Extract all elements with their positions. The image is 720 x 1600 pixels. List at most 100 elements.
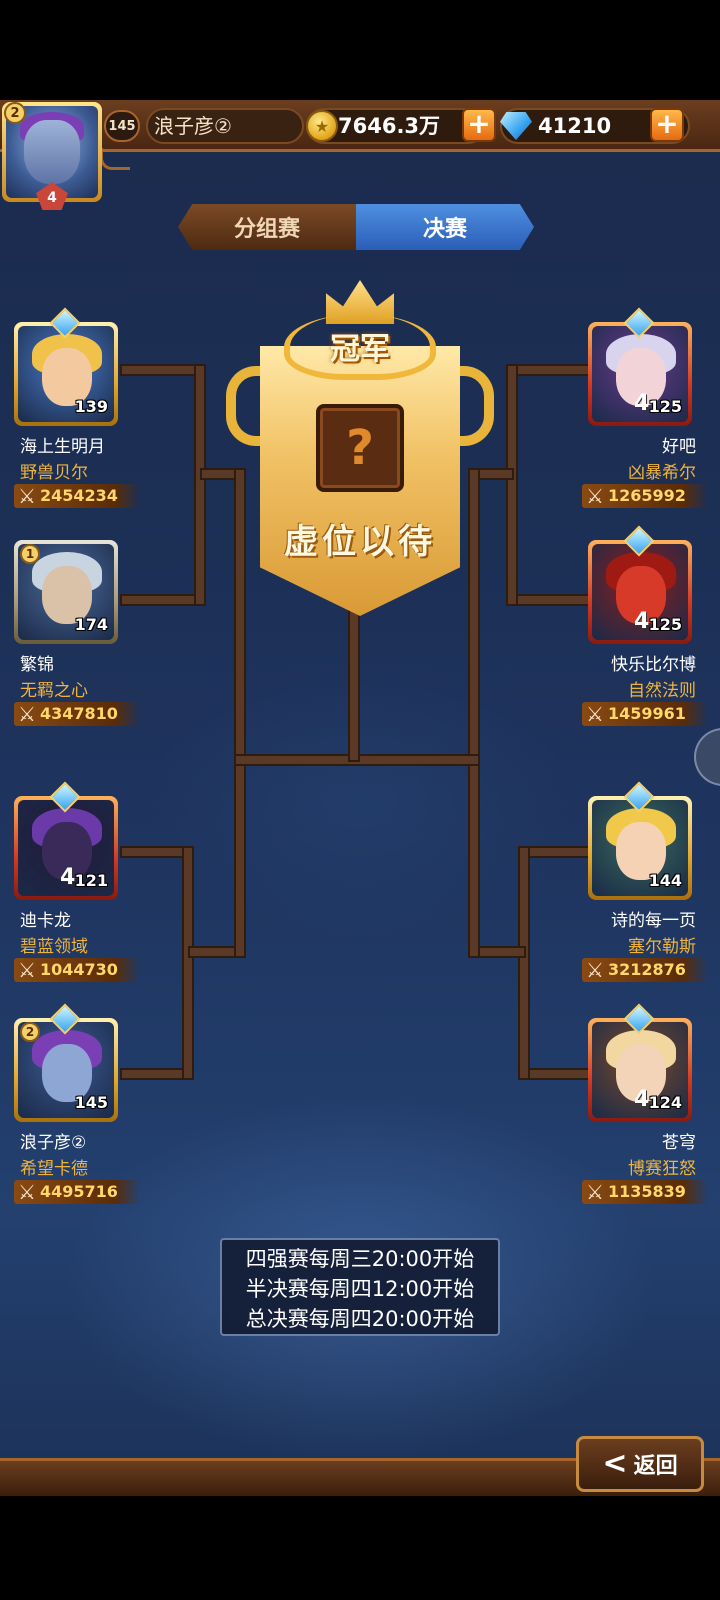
star-count: 4	[634, 609, 650, 634]
player-power: 2454234	[40, 486, 118, 505]
player-name: 诗的每一页	[611, 911, 696, 931]
player-name: 浪子彦②	[20, 1133, 87, 1153]
player-power: 4347810	[40, 704, 118, 723]
player-portrait: 4 124	[588, 1003, 692, 1122]
player-power: 4495716	[40, 1182, 118, 1201]
crossed-swords-icon: ⚔	[586, 484, 604, 508]
crossed-swords-icon: ⚔	[586, 702, 604, 726]
player-level-badge: 145	[104, 110, 140, 142]
player-portrait: 4 125	[588, 307, 692, 426]
bracket-player-right-3[interactable]: 144 诗的每一页 塞尔勒斯 ⚔ 3212876	[548, 781, 708, 996]
champion-pending-text: 虚位以待	[284, 522, 436, 562]
gold-coin-icon: ★	[306, 110, 338, 142]
player-guild: 博赛狂怒	[628, 1159, 696, 1179]
power-bar: ⚔ 1135839	[582, 1180, 708, 1204]
bracket-player-right-4[interactable]: 4 124 苍穹 博赛狂怒 ⚔ 1135839	[548, 1003, 708, 1218]
rank-badge: 2	[20, 1022, 40, 1042]
bracket-player-right-1[interactable]: 4 125 好吧 凶暴希尔 ⚔ 1265992	[548, 307, 708, 522]
top-bar-ornament	[100, 148, 130, 170]
hero-portrait: 4 121	[18, 800, 114, 896]
player-level: 124	[648, 1093, 682, 1112]
champion-trophy: 冠军 ? 虚位以待	[226, 280, 494, 620]
player-power: 1459961	[608, 704, 686, 723]
crossed-swords-icon: ⚔	[18, 702, 36, 726]
avatar-face	[24, 120, 80, 184]
player-power: 1044730	[40, 960, 118, 979]
player-level: 121	[74, 871, 108, 890]
add-gems-button[interactable]: +	[650, 108, 684, 142]
status-bar-area	[0, 0, 720, 100]
match-schedule-panel: 四强赛每周三20:00开始 半决赛每周四12:00开始 总决赛每周四20:00开…	[220, 1238, 500, 1336]
player-level: 125	[648, 615, 682, 634]
player-name: 好吧	[662, 437, 696, 457]
tab-group-stage[interactable]: 分组赛	[178, 204, 356, 250]
power-bar: ⚔ 4495716	[14, 1180, 140, 1204]
star-count: 4	[634, 1087, 650, 1112]
player-guild: 希望卡德	[20, 1159, 88, 1179]
player-level: 174	[74, 615, 108, 634]
player-guild: 自然法则	[628, 681, 696, 701]
gold-amount: 7646.3万	[338, 114, 441, 138]
hero-portrait: 144	[592, 800, 688, 896]
power-bar: ⚔ 4347810	[14, 702, 140, 726]
hero-portrait: 139	[18, 326, 114, 422]
player-level: 139	[74, 397, 108, 416]
player-portrait: 2 145	[14, 1003, 118, 1122]
player-name: 海上生明月	[20, 437, 105, 457]
schedule-final: 总决赛每周四20:00开始	[245, 1307, 475, 1331]
back-arrow-icon: <	[602, 1446, 628, 1481]
player-guild: 凶暴希尔	[628, 463, 696, 483]
crossed-swords-icon: ⚔	[586, 958, 604, 982]
player-name: 苍穹	[662, 1133, 696, 1153]
bracket-player-right-2[interactable]: 4 125 快乐比尔博 自然法则 ⚔ 1459961	[548, 525, 708, 740]
player-name: 迪卡龙	[20, 911, 71, 931]
player-guild: 碧蓝领域	[20, 937, 88, 957]
hero-portrait: 4 125	[592, 326, 688, 422]
player-level: 125	[648, 397, 682, 416]
player-guild: 无羁之心	[20, 681, 88, 701]
system-navigation-area	[0, 1496, 720, 1600]
power-bar: ⚔ 1459961	[582, 702, 708, 726]
power-bar: ⚔ 1265992	[582, 484, 708, 508]
player-portrait: 1 174	[14, 540, 118, 644]
crossed-swords-icon: ⚔	[18, 484, 36, 508]
player-level: 145	[74, 1093, 108, 1112]
hero-portrait: 4 125	[592, 544, 688, 640]
gem-amount: 41210	[538, 114, 612, 138]
schedule-quarterfinal: 四强赛每周三20:00开始	[245, 1247, 475, 1271]
bracket-player-left-3[interactable]: 4 121 迪卡龙 碧蓝领域 ⚔ 1044730	[0, 781, 160, 996]
star-count: 4	[60, 865, 76, 890]
player-power: 3212876	[608, 960, 686, 979]
game-scene: 2 4 145 浪子彦② 7646.3万 ★ + 41210 + 分组赛 决赛	[0, 100, 720, 1496]
power-bar: ⚔ 1044730	[14, 958, 140, 982]
back-button[interactable]: < 返回	[576, 1436, 704, 1492]
bracket-player-left-1[interactable]: 139 海上生明月 野兽贝尔 ⚔ 2454234	[0, 307, 160, 522]
player-portrait: 4 125	[588, 525, 692, 644]
hero-portrait: 4 124	[592, 1022, 688, 1118]
player-guild: 野兽贝尔	[20, 463, 88, 483]
player-name: 快乐比尔博	[611, 655, 696, 675]
player-level: 144	[648, 871, 682, 890]
avatar-rank-badge: 2	[4, 102, 26, 124]
power-bar: ⚔ 2454234	[14, 484, 140, 508]
player-guild: 塞尔勒斯	[628, 937, 696, 957]
player-power: 1135839	[608, 1182, 686, 1201]
rank-badge: 1	[20, 544, 40, 564]
player-portrait: 4 121	[14, 781, 118, 900]
power-bar: ⚔ 3212876	[582, 958, 708, 982]
player-name: 繁锦	[20, 655, 54, 675]
player-power: 1265992	[608, 486, 686, 505]
bracket-player-left-2[interactable]: 1 174 繁锦 无羁之心 ⚔ 4347810	[0, 540, 160, 740]
schedule-semifinal: 半决赛每周四12:00开始	[245, 1277, 475, 1301]
bracket-player-left-4[interactable]: 2 145 浪子彦② 希望卡德 ⚔ 4495716	[0, 1003, 160, 1218]
star-count: 4	[634, 391, 650, 416]
champion-title: 冠军	[330, 332, 390, 367]
player-portrait: 144	[588, 781, 692, 900]
tab-finals[interactable]: 决赛	[356, 204, 534, 250]
crossed-swords-icon: ⚔	[586, 1180, 604, 1204]
crossed-swords-icon: ⚔	[18, 958, 36, 982]
player-portrait: 139	[14, 307, 118, 426]
add-gold-button[interactable]: +	[462, 108, 496, 142]
crossed-swords-icon: ⚔	[18, 1180, 36, 1204]
back-button-label: 返回	[633, 1454, 678, 1479]
